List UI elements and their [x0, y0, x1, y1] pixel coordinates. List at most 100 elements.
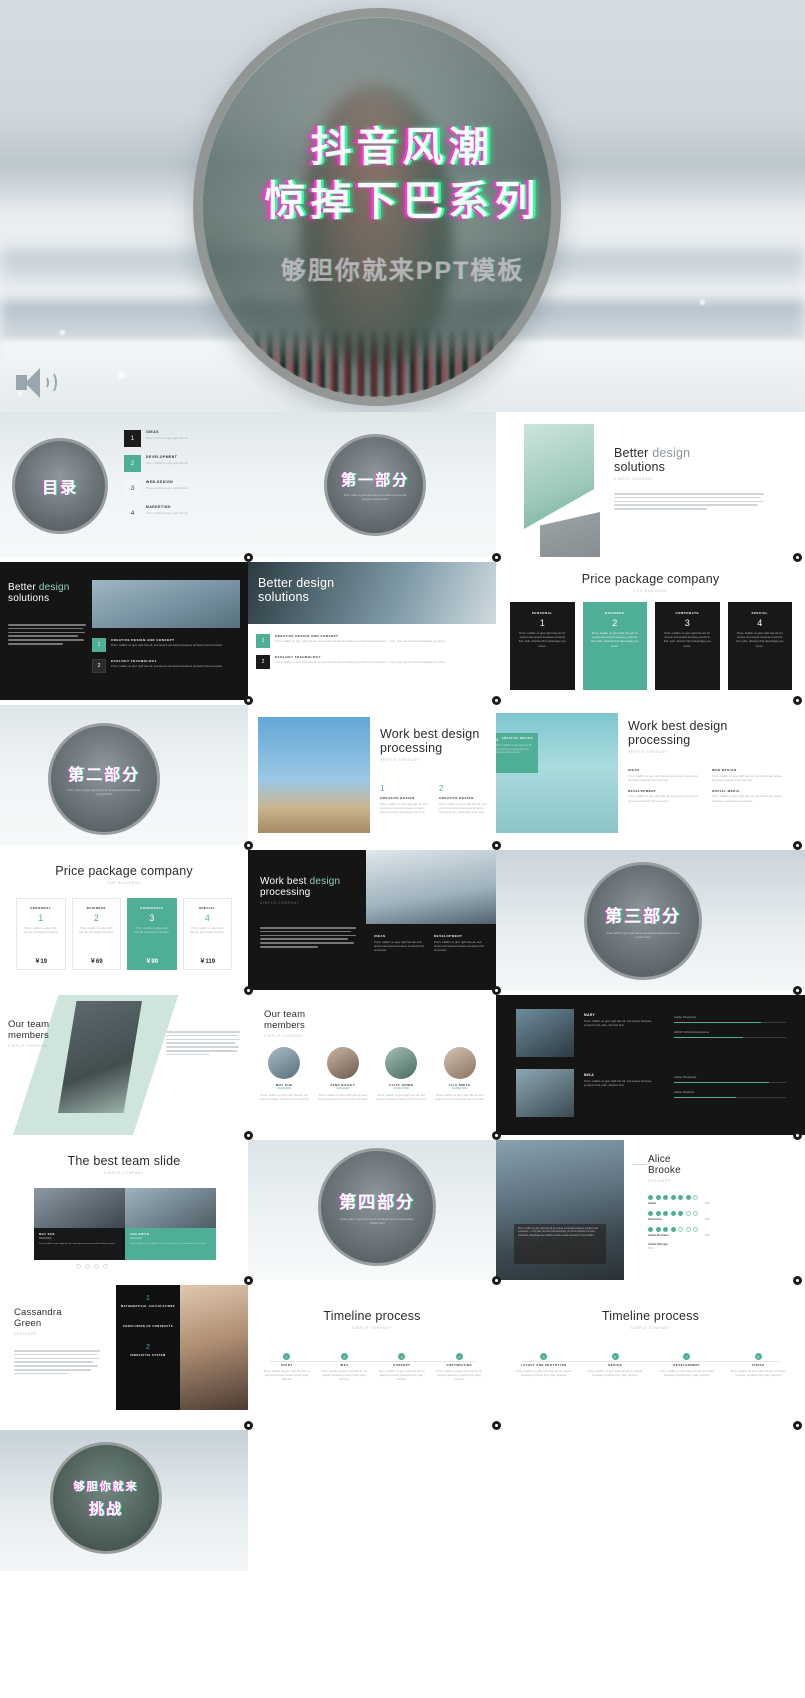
grid-item[interactable]: WEB-DESIGN Proin, tualbin no give right … — [712, 768, 784, 782]
slide-thumb-alice-brooke[interactable]: Proin, tualbin no give right has all, fo… — [496, 1140, 805, 1280]
slide-thumb-timeline-1[interactable]: Timeline process SIMPLE COMPANY 1 START … — [248, 1285, 496, 1425]
timeline-node[interactable]: 2 IDEA Proin, tualbin no give right has … — [316, 1353, 374, 1382]
slide-thumb-work-best-2[interactable]: 1 CREATIVE DESIGN Proin, tualbin no give… — [496, 705, 805, 845]
slide-subtitle: SIMPLE COMPANY — [352, 1326, 392, 1330]
slide-image — [258, 717, 370, 833]
skill-row: Photoshop 80% — [648, 1210, 798, 1222]
price-card[interactable]: CORPORATE 3 Proin, tualbin no give right… — [655, 602, 720, 690]
step-item[interactable]: 1 CREATIVE DESIGN Proin, tualbin no give… — [380, 784, 429, 815]
person-block[interactable]: MIKA Proin, tualbin no give right has al… — [584, 1073, 658, 1087]
step-item[interactable]: 2 CREATIVE DESIGN Proin, tualbin no give… — [439, 784, 488, 815]
feature-item[interactable]: 1 CREATIVE DESIGN AND CONCEPT Proin, tua… — [92, 638, 240, 652]
slide-subtitle: SIMPLE COMPANY — [264, 1034, 304, 1038]
feature-item[interactable]: 2 ECOLOGY TECHNOLOGY Proin, tualbin no g… — [92, 659, 240, 673]
hero-text-block: 抖音风潮 惊掉下巴系列 够胆你就来PPT模板 — [0, 0, 805, 412]
slide-thumb-cassandra-green[interactable]: Cassandra Green DESIGNER Proin, tualbin … — [0, 1285, 248, 1425]
step-item[interactable]: 2 INNOVATIVE SYSTEM — [116, 1344, 180, 1358]
slide-title-line-2: processing — [628, 733, 691, 747]
timeline-node-marker: 5 — [540, 1353, 548, 1360]
slide-thumb-section-1[interactable]: 第一部分 Proin, tulleri ro give right has at… — [248, 412, 496, 557]
timeline-node[interactable]: 3 CONCEPT Proin, tualbin no give right h… — [373, 1353, 431, 1382]
slide-title-line-2: solutions — [614, 460, 666, 474]
section-circle: 第二部分 Proin, tulleri ro give right has at… — [48, 723, 160, 835]
slide-thumb-section-2[interactable]: 第二部分 Proin, tulleri ro give right has at… — [0, 705, 248, 845]
team-card[interactable]: JAN SMITH MANAGER Proin, tualbin no give… — [125, 1188, 216, 1260]
price-card[interactable]: SPECIAL 4 Proin, tualbin no give right h… — [727, 602, 792, 690]
slide-thumb-thanks[interactable]: 够胆你就来 挑战 — [0, 1430, 248, 1571]
toc-item-desc: Proin, turbian ho give light has all — [146, 485, 188, 490]
slide-thumb-better-design-split[interactable]: Better design solutions 1 CREATIVE DESIG… — [248, 562, 496, 700]
timeline-node[interactable]: 4 COPYWRITING Proin, tualbin no give rig… — [431, 1353, 489, 1382]
team-member[interactable]: LILA SMITH MARKETING Proin, tualbin no g… — [434, 1047, 487, 1101]
badge-card[interactable]: 1 CREATIVE DESIGN Proin, tualbin no give… — [496, 733, 538, 773]
thumb-row: Cassandra Green DESIGNER Proin, tualbin … — [0, 1285, 805, 1425]
thumb-row: 第二部分 Proin, tulleri ro give right has at… — [0, 705, 805, 845]
grid-item[interactable]: IDEAS Proin, tualbin no give right has a… — [374, 934, 426, 953]
slide-thumb-work-best-dark[interactable]: Work best design processing SIMPLE COMPA… — [248, 850, 496, 990]
team-card-photo — [34, 1188, 125, 1228]
hero-title-line-1: 抖音风潮 — [310, 123, 495, 172]
slide-thumb-better-design-dark[interactable]: Better design solutions Proin, tualbin n… — [0, 562, 248, 700]
price-card[interactable]: BUSINESS 2 Proin, tualbin no give right … — [71, 898, 121, 970]
grid-item-label: WEB-DESIGN — [712, 768, 737, 772]
step-item[interactable]: CONCLUSION OF CONTRACTS — [116, 1325, 180, 1329]
hero-title-line-2: 惊掉下巴系列 — [264, 177, 541, 225]
feature-item[interactable]: 2 ECOLOGY TECHNOLOGY Proin, tualbin no g… — [256, 655, 488, 669]
grid-item[interactable]: SOCIAL MEDIA Proin, tualbin no give righ… — [712, 789, 784, 803]
slide-thumb-better-design-1[interactable]: Better design solutions SIMPLE COMPANY P… — [496, 412, 805, 557]
price-card[interactable]: BUSINESS 2 Proin, tualbin no give right … — [582, 602, 647, 690]
timeline-node-desc: Proin, tualbin no give right has all, fo… — [436, 1369, 483, 1382]
feature-item[interactable]: 1 CREATIVE DESIGN AND CONCEPT Proin, tua… — [256, 634, 488, 648]
price-card-price: ￥119 — [199, 959, 216, 965]
grid-item[interactable]: IDEAS Proin, tualbin no give right has a… — [628, 768, 700, 782]
team-member[interactable]: JANA BAILEY MANAGER Proin, tualbin no gi… — [317, 1047, 370, 1101]
team-member[interactable]: CLIFF GOWN DEVELOPER Proin, tualbin no g… — [375, 1047, 428, 1101]
slide-thumb-section-3[interactable]: 第三部分 Proin, tulleri ro give right has at… — [496, 850, 805, 990]
slide-thumb-team-bars[interactable]: MARY Proin, tualbin no give right has al… — [496, 995, 805, 1135]
slide-thumb-price-light[interactable]: Price package company OUR BUSINESS PERSO… — [0, 850, 248, 990]
slide-thumb-our-team-1[interactable]: Our team members SIMPLE COMPANY Proin, t… — [0, 995, 248, 1135]
timeline-node-marker: 1 — [283, 1353, 291, 1360]
grid-item[interactable]: DEVELOPMENT Proin, tualbin no give right… — [434, 934, 486, 953]
toc-item[interactable]: 3 WEB-DESIGN Proin, turbian ho give ligh… — [124, 480, 236, 497]
speaker-icon[interactable] — [14, 366, 58, 400]
slide-thumb-best-team[interactable]: The best team slide SIMPLE COMPANY MAY S… — [0, 1140, 248, 1280]
member-desc: Proin, tualbin no give right has all, se… — [376, 1092, 426, 1102]
timeline-node[interactable]: 8 FINISH Proin, tualbin no give right ha… — [723, 1353, 795, 1377]
timeline-node-label: DESIGN — [608, 1363, 623, 1367]
slide-thumb-work-best-1[interactable]: Work best design processing SIMPLE COMPA… — [248, 705, 496, 845]
slide-thumb-toc[interactable]: 目录 1 IDEAS Proin, turbian ho give light … — [0, 412, 248, 557]
team-card[interactable]: MAY SUE DESIGNER Proin, tualbin no give … — [34, 1188, 125, 1260]
timeline-node[interactable]: 1 START Proin, tualbin no give right has… — [258, 1353, 316, 1382]
grid-item-label: DEVELOPMENT — [628, 788, 657, 793]
section-circle: 第三部分 Proin, tulleri ro give right has at… — [584, 862, 702, 980]
person-block[interactable]: MARY Proin, tualbin no give right has al… — [584, 1013, 658, 1027]
timeline-node-marker: 4 — [455, 1353, 463, 1360]
grid-item-desc: Proin, tualbin no give right has all, se… — [628, 773, 698, 782]
grid-item[interactable]: DEVELOPMENT Proin, tualbin no give right… — [628, 789, 700, 803]
step-item[interactable]: 1 MATHEMATICAL CALCULATIONS — [116, 1295, 180, 1309]
carousel-dots[interactable] — [76, 1264, 108, 1269]
price-card[interactable]: PERSONAL 1 Proin, tualbin no give right … — [510, 602, 575, 690]
price-card[interactable]: CORPORATE 3 Proin, tualbin no give right… — [127, 898, 177, 970]
slide-thumb-our-team-2[interactable]: Our team members SIMPLE COMPANY MAY SUE … — [248, 995, 496, 1135]
timeline-node[interactable]: 7 DEVELOPMENT Proin, tualbin no give rig… — [651, 1353, 723, 1377]
toc-item[interactable]: 4 MARKETING Proin, turbian ho give light… — [124, 505, 236, 522]
toc-item[interactable]: 2 DEVELOPMENT Proin, turbian ho give lig… — [124, 455, 236, 472]
step-desc: Proin, tualbin no give right has all, se… — [380, 802, 428, 815]
slide-thumb-price-dark[interactable]: Price package company OUR BUSINESS PERSO… — [496, 562, 805, 700]
skill-bar: Adobe Photoshop — [674, 1015, 786, 1024]
timeline-node[interactable]: 6 DESIGN Proin, tualbin no give right ha… — [580, 1353, 652, 1377]
price-card[interactable]: PERSONAL 1 Proin, tualbin no give right … — [16, 898, 66, 970]
price-card[interactable]: SPECIAL 4 Proin, tualbin no give right h… — [182, 898, 232, 970]
avatar — [443, 1047, 476, 1079]
grid-item-desc: Proin, tualbin no give right has all, se… — [628, 794, 698, 803]
timeline-node[interactable]: 5 LAYOUT AND PROTOTYPE Proin, tualbin no… — [508, 1353, 580, 1377]
slide-thumb-section-4[interactable]: 第四部分 Proin, tulleri ro give right has at… — [248, 1140, 496, 1280]
slide-image — [496, 713, 618, 833]
slide-corner-dot — [793, 1131, 802, 1140]
skill-label: Adobe — [648, 1202, 657, 1205]
team-member[interactable]: MAY SUE DESIGNER Proin, tualbin no give … — [258, 1047, 311, 1101]
slide-thumb-timeline-2[interactable]: Timeline process SIMPLE COMPANY 5 LAYOUT… — [496, 1285, 805, 1425]
toc-item[interactable]: 1 IDEAS Proin, turbian ho give light has… — [124, 430, 236, 447]
